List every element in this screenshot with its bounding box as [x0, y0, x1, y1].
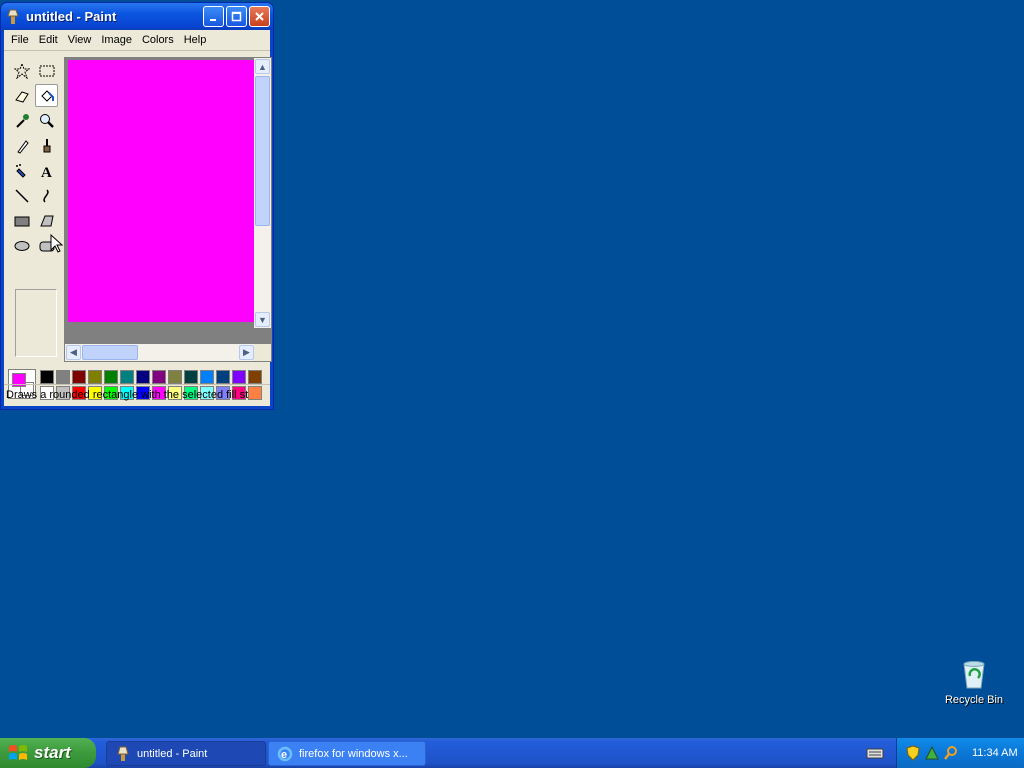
palette-swatch[interactable]	[200, 370, 214, 384]
clock[interactable]: 11:34 AM	[972, 747, 1018, 759]
drawing-canvas[interactable]	[68, 60, 255, 322]
horizontal-scroll-thumb[interactable]	[82, 345, 138, 360]
task-paint-label: untitled - Paint	[137, 747, 208, 760]
task-firefox-label: firefox for windows x...	[299, 747, 408, 760]
menu-help[interactable]: Help	[179, 32, 212, 48]
status-text: Draws a rounded rectangle with the selec…	[6, 389, 249, 401]
menu-bar: File Edit View Image Colors Help	[4, 30, 270, 51]
start-button[interactable]: start	[0, 738, 96, 768]
palette-swatch[interactable]	[120, 370, 134, 384]
start-label: start	[34, 743, 71, 762]
close-button[interactable]	[249, 6, 270, 27]
palette-swatch[interactable]	[40, 370, 54, 384]
menu-view[interactable]: View	[63, 32, 97, 48]
vertical-scroll-thumb[interactable]	[255, 76, 270, 226]
task-paint[interactable]: untitled - Paint	[106, 741, 266, 766]
curve-tool[interactable]	[35, 184, 58, 207]
internet-explorer-icon: e	[277, 746, 293, 761]
brush-tool[interactable]	[35, 134, 58, 157]
palette-swatch[interactable]	[168, 370, 182, 384]
scroll-down-arrow[interactable]: ▼	[255, 312, 270, 327]
task-firefox[interactable]: e firefox for windows x...	[268, 741, 426, 766]
palette-swatch[interactable]	[184, 370, 198, 384]
scroll-corner	[254, 344, 271, 361]
security-shield-icon[interactable]	[905, 745, 921, 761]
system-tray: 11:34 AM	[896, 738, 1024, 768]
network-icon[interactable]	[924, 745, 940, 761]
free-form-select-tool[interactable]	[10, 59, 33, 82]
select-tool[interactable]	[35, 59, 58, 82]
mouse-cursor-icon	[50, 233, 64, 257]
paint-window[interactable]: untitled - Paint File Edit View Image Co…	[0, 2, 274, 410]
maximize-button[interactable]	[226, 6, 247, 27]
menu-file[interactable]: File	[6, 32, 34, 48]
canvas-scroll-area: ▲ ▼ ◀ ▶	[64, 57, 272, 362]
horizontal-scrollbar[interactable]: ◀ ▶	[65, 344, 255, 361]
pencil-tool[interactable]	[10, 134, 33, 157]
recycle-bin[interactable]: Recycle Bin	[944, 658, 1004, 706]
tool-options-box[interactable]	[15, 289, 57, 357]
menu-colors[interactable]: Colors	[137, 32, 179, 48]
palette-swatch[interactable]	[248, 370, 262, 384]
search-icon[interactable]	[943, 745, 959, 761]
scroll-right-arrow[interactable]: ▶	[239, 345, 254, 360]
menu-image[interactable]: Image	[96, 32, 137, 48]
palette-swatch[interactable]	[232, 370, 246, 384]
svg-text:A: A	[41, 165, 52, 179]
line-tool[interactable]	[10, 184, 33, 207]
vertical-scrollbar[interactable]: ▲ ▼	[254, 58, 271, 328]
palette-swatch[interactable]	[136, 370, 150, 384]
scroll-left-arrow[interactable]: ◀	[66, 345, 81, 360]
toolbox: A	[8, 57, 62, 359]
eraser-tool[interactable]	[10, 84, 33, 107]
keyboard-icon[interactable]	[866, 745, 884, 761]
magnifier-tool[interactable]	[35, 109, 58, 132]
text-tool[interactable]: A	[35, 159, 58, 182]
window-title: untitled - Paint	[26, 9, 117, 24]
palette-swatch[interactable]	[72, 370, 86, 384]
rectangle-tool[interactable]	[10, 209, 33, 232]
recycle-bin-label: Recycle Bin	[944, 694, 1004, 706]
ellipse-tool[interactable]	[10, 234, 33, 257]
pick-color-tool[interactable]	[10, 109, 33, 132]
paint-app-icon	[5, 9, 21, 25]
paint-client-area: File Edit View Image Colors Help A ▲ ▼ ◀…	[4, 30, 272, 406]
polygon-tool[interactable]	[35, 209, 58, 232]
minimize-button[interactable]	[203, 6, 224, 27]
title-bar[interactable]: untitled - Paint	[1, 3, 273, 30]
scroll-up-arrow[interactable]: ▲	[255, 59, 270, 74]
airbrush-tool[interactable]	[10, 159, 33, 182]
palette-swatch[interactable]	[104, 370, 118, 384]
paint-app-icon	[117, 746, 129, 761]
palette-swatch[interactable]	[152, 370, 166, 384]
recycle-bin-icon	[958, 658, 990, 690]
windows-logo-icon	[9, 745, 27, 760]
palette-swatch[interactable]	[216, 370, 230, 384]
menu-edit[interactable]: Edit	[34, 32, 63, 48]
fill-with-color-tool[interactable]	[35, 84, 58, 107]
status-bar: Draws a rounded rectangle with the selec…	[4, 384, 270, 406]
palette-swatch[interactable]	[56, 370, 70, 384]
taskbar: start untitled - Paint e firefox for win…	[0, 738, 1024, 768]
palette-swatch[interactable]	[88, 370, 102, 384]
svg-text:e: e	[281, 749, 287, 761]
